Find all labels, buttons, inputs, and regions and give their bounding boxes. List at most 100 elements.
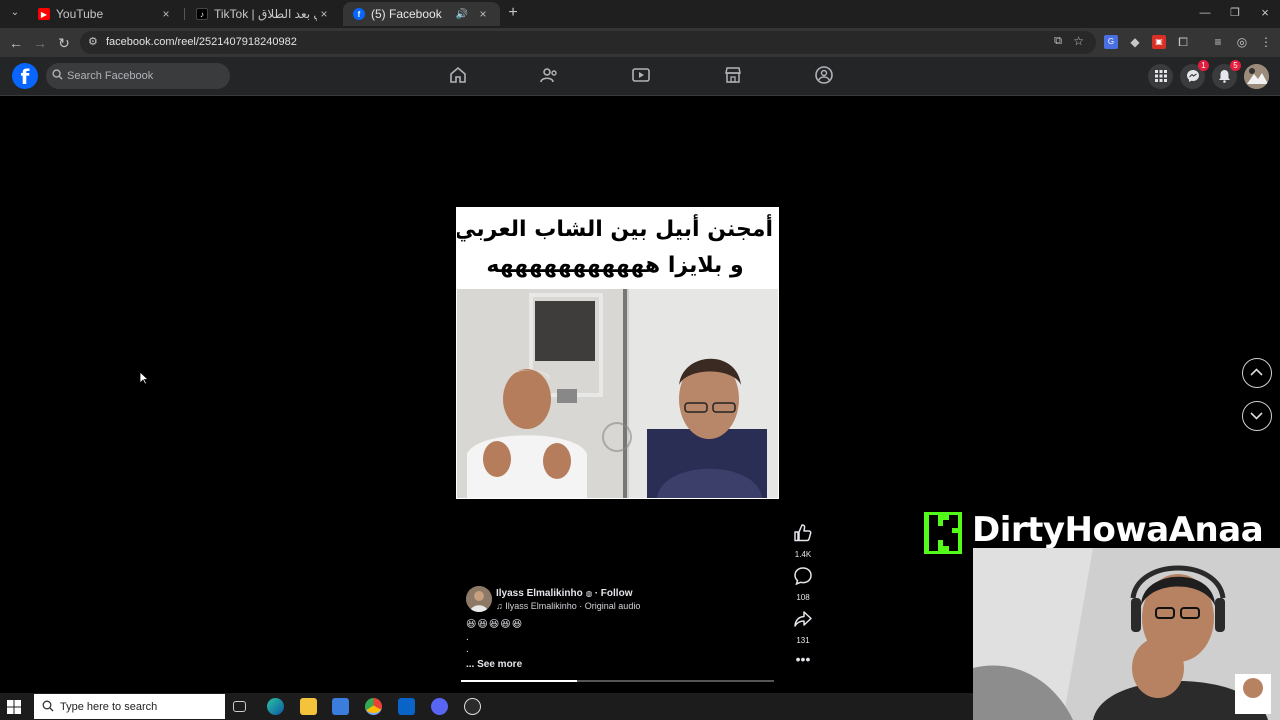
see-more-link[interactable]: ... See more [466, 659, 522, 670]
tiktok-icon: ♪ [196, 8, 208, 20]
verified-globe-icon: ◍ [585, 589, 595, 598]
obs-icon[interactable] [464, 698, 481, 715]
share-icon[interactable] [792, 608, 814, 630]
youtube-icon: ▶ [38, 8, 50, 20]
close-icon[interactable]: × [476, 7, 490, 21]
video-progress-bar[interactable] [461, 680, 774, 682]
browser-tab-strip: ⌄ ▶ YouTube × ♪ TikTok | تطورات حياتي بع… [0, 0, 1280, 28]
profile-icon[interactable]: ◎ [1235, 35, 1249, 49]
task-view-icon[interactable] [233, 701, 246, 712]
reel-description-emojis: 😆😆😆😆😆 [466, 619, 524, 630]
minimize-icon[interactable]: — [1196, 4, 1214, 22]
messenger-icon[interactable]: 1 [1180, 60, 1209, 89]
new-tab-button[interactable]: + [504, 4, 522, 22]
webcam-overlay [973, 548, 1280, 720]
taskbar-search[interactable]: Type here to search [34, 694, 225, 719]
address-bar[interactable]: ⚙ facebook.com/reel/2521407918240982 ⧉ ☆ [80, 31, 1096, 54]
video-frame[interactable] [457, 289, 778, 498]
outlook-icon[interactable] [398, 698, 415, 715]
reload-icon[interactable]: ↻ [55, 34, 73, 52]
extension-red-icon[interactable]: ▣ [1152, 35, 1166, 49]
notifications-badge: 5 [1230, 60, 1241, 71]
file-explorer-icon[interactable] [300, 698, 317, 715]
extensions-puzzle-icon[interactable]: ⧠ [1176, 35, 1190, 49]
menu-grid-icon[interactable] [1148, 64, 1173, 89]
windows-taskbar: Type here to search [0, 693, 973, 720]
audio-line[interactable]: ♫ Ilyass Elmalikinho · Original audio [496, 601, 640, 611]
home-icon[interactable] [448, 65, 468, 85]
tab-label: TikTok | تطورات حياتي بعد الطلاق [214, 7, 317, 21]
author-avatar[interactable] [466, 586, 492, 612]
next-reel-button[interactable] [1242, 401, 1272, 431]
tab-search-icon[interactable]: ⌄ [6, 4, 24, 22]
close-icon[interactable]: × [159, 7, 173, 21]
video-icon[interactable] [631, 65, 651, 85]
discord-icon[interactable] [431, 698, 448, 715]
description-line: . [466, 632, 469, 643]
audio-label: Ilyass Elmalikinho · Original audio [505, 601, 641, 611]
tab-label: (5) Facebook [371, 7, 442, 21]
url-text: facebook.com/reel/2521407918240982 [106, 36, 297, 48]
close-window-icon[interactable]: × [1256, 4, 1274, 22]
translate-extension-icon[interactable]: G [1104, 35, 1118, 49]
forward-icon[interactable]: → [31, 34, 49, 52]
friends-icon[interactable] [539, 65, 559, 85]
like-action[interactable]: 1.4K [790, 522, 816, 559]
close-icon[interactable]: × [317, 7, 331, 21]
more-options-icon[interactable]: ••• [790, 652, 816, 666]
description-line: . [466, 644, 469, 655]
share-count: 131 [796, 636, 810, 645]
share-action[interactable]: 131 [790, 608, 816, 645]
follow-link[interactable]: · Follow [595, 588, 633, 599]
search-input[interactable] [67, 68, 217, 84]
chevron-down-icon [1250, 412, 1263, 420]
search-icon [52, 69, 64, 81]
facebook-logo[interactable]: f [12, 63, 38, 89]
speaker-icon[interactable]: 🔊 [456, 9, 468, 20]
tab-tiktok[interactable]: ♪ TikTok | تطورات حياتي بعد الطلاق × [186, 2, 341, 26]
comment-action[interactable]: 108 [790, 565, 816, 602]
groups-icon[interactable] [814, 65, 834, 85]
caption-line-1: أمجنن أبيل بين الشاب العربي [457, 217, 773, 242]
media-controls-icon[interactable]: ≡ [1211, 35, 1225, 49]
chrome-icon[interactable] [365, 698, 382, 715]
previous-reel-button[interactable] [1242, 358, 1272, 388]
comment-count: 108 [796, 593, 810, 602]
author-name[interactable]: Ilyass Elmalikinho [496, 588, 583, 599]
mouse-cursor-icon [139, 371, 149, 385]
comment-icon[interactable] [792, 565, 814, 587]
author-line: Ilyass Elmalikinho ◍ · Follow [496, 588, 632, 599]
taskbar-search-placeholder: Type here to search [60, 701, 158, 713]
tab-facebook[interactable]: f (5) Facebook 🔊 × [343, 2, 500, 26]
facebook-icon: f [353, 8, 365, 20]
site-info-icon[interactable]: ⚙ [88, 35, 98, 48]
facebook-search[interactable] [46, 63, 230, 89]
notifications-bell-icon[interactable]: 5 [1212, 60, 1241, 89]
account-avatar[interactable] [1244, 64, 1269, 89]
back-icon[interactable]: ← [7, 34, 25, 52]
facebook-header: f 1 5 [0, 57, 1280, 96]
kick-logo [924, 512, 962, 554]
like-icon[interactable] [792, 522, 814, 544]
restore-icon[interactable]: ❐ [1226, 4, 1244, 22]
tab-youtube[interactable]: ▶ YouTube × [28, 2, 183, 26]
music-note-icon: ♫ [496, 601, 506, 611]
store-icon[interactable] [332, 698, 349, 715]
install-icon[interactable]: ⧉ [1054, 35, 1062, 48]
messenger-badge: 1 [1198, 60, 1209, 71]
tab-label: YouTube [56, 7, 104, 21]
chevron-up-icon [1250, 368, 1263, 376]
windows-start-icon[interactable] [6, 699, 22, 715]
edge-icon[interactable] [267, 698, 284, 715]
like-count: 1.4K [794, 550, 812, 559]
browser-toolbar: ← → ↻ ⚙ facebook.com/reel/25214079182409… [0, 28, 1280, 57]
reel-caption-overlay: أمجنن أبيل بين الشاب العربي و بلايزا ههه… [457, 209, 773, 289]
bookmark-star-icon[interactable]: ☆ [1073, 34, 1084, 48]
video-progress-fill [461, 680, 577, 682]
extension-diamond-icon[interactable]: ◆ [1128, 35, 1142, 49]
streamer-name: DirtyHowaAnaa [972, 510, 1264, 550]
marketplace-icon[interactable] [723, 65, 743, 85]
caption-line-2: و بلايزا هههههههههههه [486, 253, 744, 278]
menu-kebab-icon[interactable]: ⋮ [1259, 35, 1273, 49]
search-icon [42, 700, 54, 712]
